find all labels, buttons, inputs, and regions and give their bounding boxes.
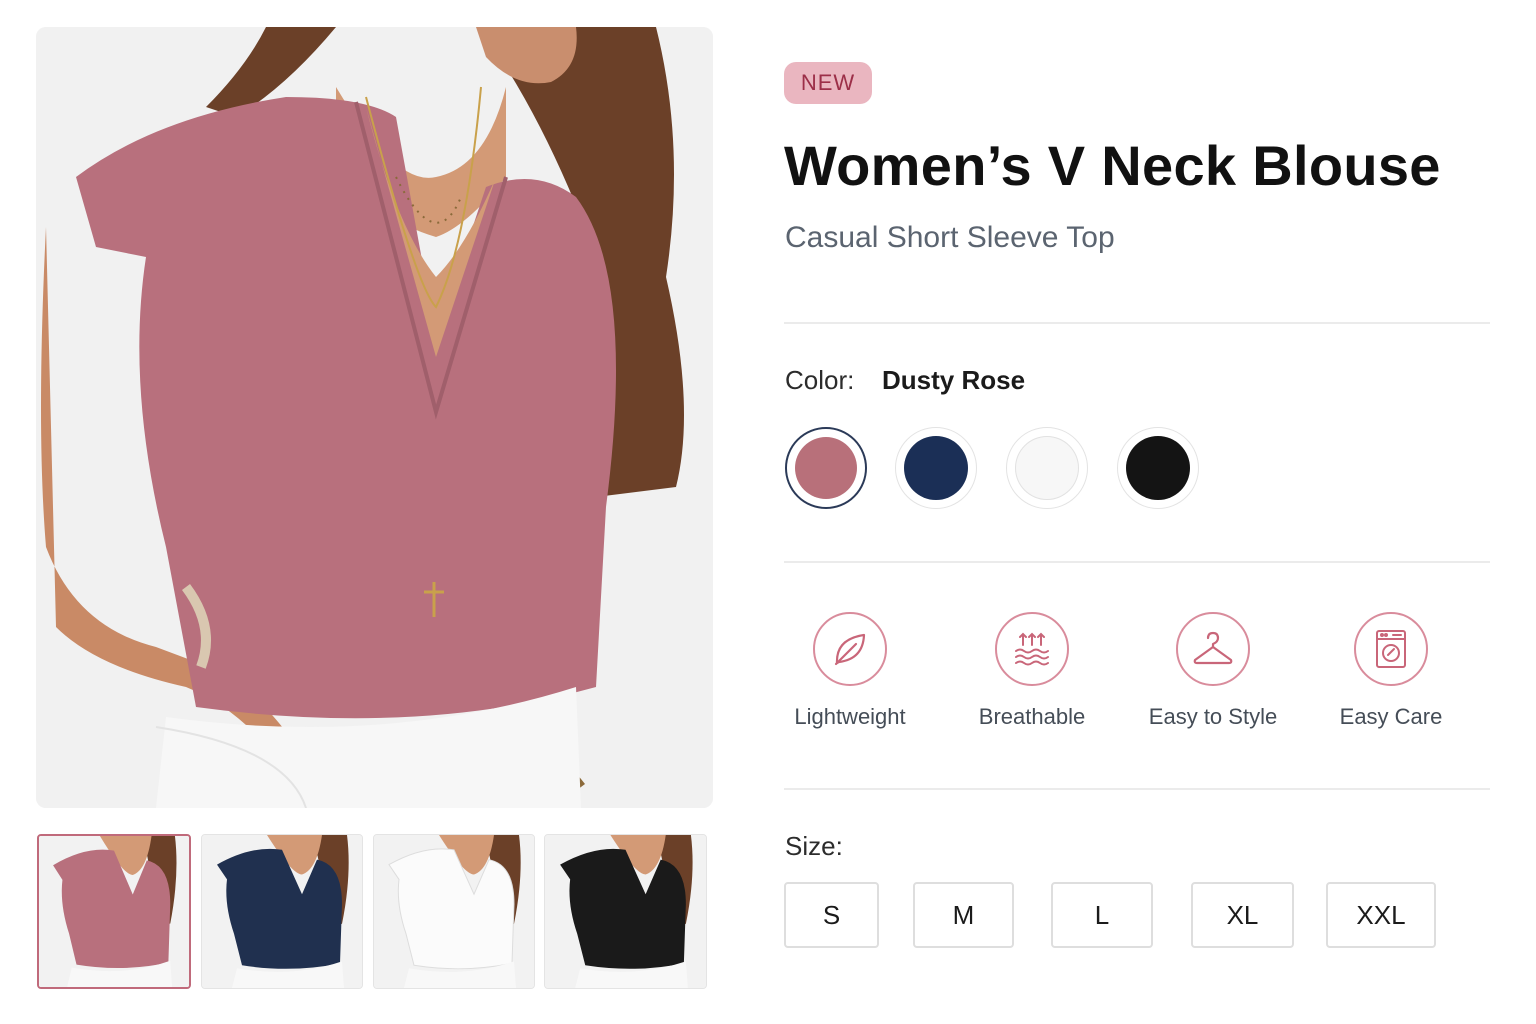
swatch-white-fill — [1015, 436, 1079, 500]
swatch-navy[interactable] — [895, 427, 977, 509]
hanger-icon — [1193, 631, 1233, 665]
thumbnail-white-image — [374, 835, 534, 988]
divider — [784, 561, 1490, 563]
thumbnail-dusty-rose[interactable] — [37, 834, 191, 989]
feature-label: Breathable — [978, 704, 1086, 729]
washing-machine-icon — [1376, 630, 1406, 668]
thumbnail-black[interactable] — [544, 834, 707, 989]
selected-color-name: Dusty Rose — [882, 365, 1026, 395]
feature-label: Easy to Style — [1148, 704, 1278, 729]
swatch-black-fill — [1126, 436, 1190, 500]
swatch-black[interactable] — [1117, 427, 1199, 509]
feature-icon-circle — [813, 612, 887, 686]
size-option-m[interactable]: M — [913, 882, 1014, 948]
swatch-white[interactable] — [1006, 427, 1088, 509]
feature-label: Easy Care — [1339, 704, 1443, 729]
feature-lightweight: Lightweight — [760, 612, 940, 730]
leaf-icon — [834, 633, 866, 666]
size-option-xl[interactable]: XL — [1191, 882, 1294, 948]
swatch-navy-fill — [904, 436, 968, 500]
thumbnail-black-image — [545, 835, 706, 988]
swatch-dusty-rose-fill — [795, 437, 857, 499]
product-subtitle: Casual Short Sleeve Top — [785, 221, 1115, 254]
feature-easy-to-style: Easy to Style — [1123, 612, 1303, 730]
new-badge: NEW — [784, 62, 872, 104]
feature-icon-circle — [1176, 612, 1250, 686]
size-option-l[interactable]: L — [1051, 882, 1153, 948]
thumbnail-navy[interactable] — [201, 834, 363, 989]
swatch-dusty-rose[interactable] — [785, 427, 867, 509]
thumbnail-white[interactable] — [373, 834, 535, 989]
feature-icon-circle — [1354, 612, 1428, 686]
thumbnail-navy-image — [202, 835, 362, 988]
model-photo-illustration — [36, 27, 713, 808]
air-waves-icon — [1015, 632, 1049, 666]
thumbnail-dusty-rose-image — [39, 836, 189, 987]
divider — [784, 322, 1490, 324]
feature-label: Lightweight — [794, 704, 906, 729]
color-label: Color: — [785, 365, 855, 395]
size-label: Size: — [785, 831, 843, 861]
feature-breathable: Breathable — [942, 612, 1122, 730]
feature-easy-care: Easy Care — [1301, 612, 1481, 730]
feature-icon-circle — [995, 612, 1069, 686]
size-option-xxl[interactable]: XXL — [1326, 882, 1436, 948]
main-product-image[interactable] — [36, 27, 713, 808]
divider — [784, 788, 1490, 790]
product-title: Women’s V Neck Blouse — [784, 134, 1441, 197]
size-option-s[interactable]: S — [784, 882, 879, 948]
